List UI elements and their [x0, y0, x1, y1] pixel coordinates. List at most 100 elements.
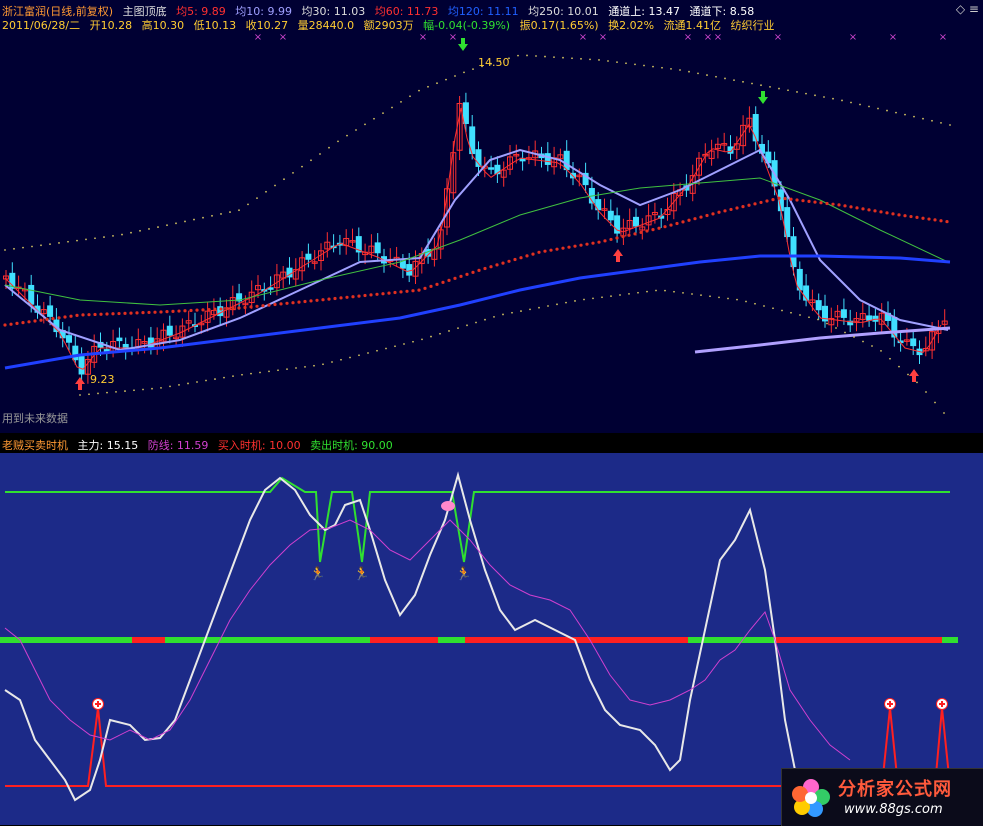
- channel-up-dot: [94, 237, 96, 240]
- channel-up-dot: [445, 78, 447, 81]
- ma120-dot: [819, 201, 823, 205]
- indicator-name[interactable]: 老贼买卖时机: [2, 439, 68, 452]
- channel-up-dot: [688, 70, 690, 73]
- ma120-dot: [321, 298, 325, 302]
- channel-up-dot: [211, 214, 213, 217]
- window-corner-icons[interactable]: ◇ ≡: [956, 2, 979, 16]
- channel-up-dot: [598, 59, 600, 61]
- ma120-dot: [201, 308, 205, 312]
- ma120-dot: [783, 196, 787, 201]
- channel-up-dot: [562, 56, 564, 59]
- channel-down-dot: [349, 356, 351, 359]
- ma120-dot: [639, 230, 643, 235]
- top-marker: ×: [849, 32, 857, 43]
- channel-down-dot: [727, 297, 729, 300]
- ma120-dot: [579, 243, 583, 247]
- channel-down-dot: [583, 298, 585, 301]
- channel-up-dot: [67, 240, 69, 243]
- date-value: 2011/06/28/二: [2, 19, 81, 32]
- ma120-dot: [777, 196, 781, 200]
- channel-up-dot: [472, 68, 474, 70]
- top-marker: ×: [939, 32, 947, 43]
- ma120-dot: [105, 312, 109, 316]
- candle-body: [47, 305, 54, 317]
- candle-body: [544, 153, 551, 165]
- channel-down-dot: [754, 302, 756, 305]
- top-marker: ×: [704, 32, 712, 43]
- channel-up-dot: [76, 239, 78, 242]
- channel-down-dot: [358, 354, 360, 357]
- chart-canvas[interactable]: × × × × × × × × × × × × ×14.509.23 🏃 🏃 🏃: [0, 0, 983, 825]
- channel-up-dot: [544, 55, 546, 58]
- ma120-dot: [519, 256, 523, 260]
- channel-down-dot: [268, 370, 270, 373]
- ma120-dot: [345, 295, 349, 299]
- channel-down-dot: [214, 378, 216, 380]
- channel-down-dot: [691, 293, 693, 295]
- channel-down-dot: [718, 296, 720, 299]
- top-marker: ×: [599, 32, 607, 43]
- ma120-dot: [627, 233, 631, 237]
- candle-body: [72, 345, 79, 361]
- channel-down-dot: [826, 322, 828, 325]
- channel-down-dot: [781, 309, 783, 312]
- channel-down-dot: [97, 392, 99, 395]
- ma120-dot: [435, 282, 439, 286]
- ma120-dot: [657, 226, 661, 230]
- ma120-dot: [21, 321, 25, 325]
- header-row-2: 2011/06/28/二 开10.28 高10.30 低10.13 收10.27…: [2, 17, 781, 32]
- channel-up-dot: [13, 247, 15, 250]
- channel-up-dot: [895, 111, 897, 114]
- trend-band-segment: [688, 637, 775, 643]
- ma120-dot: [705, 213, 709, 218]
- channel-down-dot: [853, 336, 855, 338]
- channel-up-dot: [517, 54, 519, 57]
- ma120-dot: [747, 203, 751, 207]
- candle-body: [488, 167, 495, 170]
- ma120-dot: [915, 215, 919, 219]
- ma120-dot: [891, 212, 895, 216]
- channel-down-dot: [907, 373, 909, 376]
- channel-up-dot: [796, 91, 798, 93]
- channel-up-dot: [940, 122, 942, 124]
- ma120-dot: [471, 270, 475, 274]
- ma120-dot: [291, 301, 295, 305]
- channel-up-dot: [760, 84, 762, 87]
- channel-down-dot: [412, 340, 414, 343]
- ma120-dot: [561, 246, 565, 250]
- channel-up-dot: [157, 226, 159, 228]
- ma120-dot: [771, 198, 775, 202]
- channel-down-dot: [538, 306, 540, 309]
- channel-down-dot: [187, 382, 189, 385]
- channel-up-dot: [778, 87, 780, 90]
- channel-up-dot: [49, 243, 51, 246]
- channel-up-dot: [319, 153, 321, 155]
- channel-down-dot: [700, 294, 702, 297]
- ma120-dot: [495, 263, 499, 267]
- ma120-dot: [501, 261, 505, 265]
- trend-band-segment: [370, 637, 438, 643]
- ma120-dot: [255, 304, 259, 308]
- ma120-dot: [159, 310, 163, 314]
- channel-up-dot: [400, 100, 402, 103]
- channel-up-dot: [616, 61, 618, 64]
- channel-up-dot: [310, 159, 312, 162]
- channel-up-dot: [670, 67, 672, 70]
- watermark-url: www.88gs.com: [844, 802, 943, 817]
- channel-down-dot: [871, 345, 873, 347]
- ma120-dot: [285, 301, 289, 305]
- channel-down-dot: [673, 290, 675, 293]
- channel-up-dot: [283, 178, 285, 181]
- channel-up-dot: [535, 55, 537, 57]
- ma120-dot: [405, 289, 409, 293]
- channel-up-dot: [22, 246, 24, 249]
- channel-down-dot: [925, 391, 927, 393]
- trend-band-segment: [438, 637, 465, 643]
- close-value: 收10.27: [245, 19, 289, 32]
- channel-up-dot: [625, 62, 627, 65]
- amount-value: 额2903万: [363, 19, 414, 32]
- channel-up-dot: [571, 57, 573, 60]
- candle-body: [815, 300, 822, 311]
- channel-up-dot: [841, 99, 843, 102]
- candle-body: [116, 337, 123, 342]
